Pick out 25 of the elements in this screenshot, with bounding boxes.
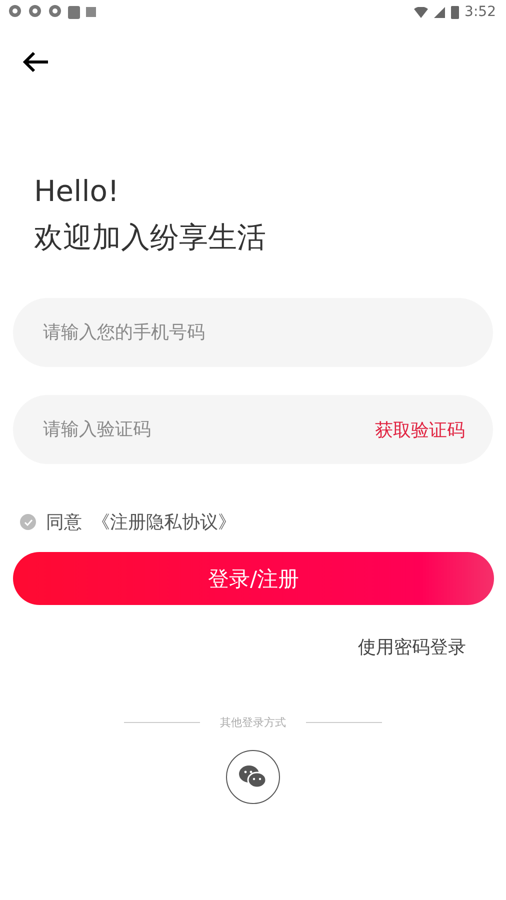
- agree-checkbox[interactable]: [20, 514, 36, 530]
- signal-icon: [434, 6, 445, 18]
- check-icon: [24, 518, 32, 526]
- code-field[interactable]: 请输入验证码 获取验证码: [13, 395, 493, 464]
- wifi-icon: [414, 6, 428, 18]
- notification-icon: [28, 5, 42, 19]
- notification-icon: [68, 6, 80, 18]
- chat-bubbles-icon: [238, 764, 268, 790]
- password-login-link[interactable]: 使用密码登录: [358, 635, 466, 659]
- phone-field[interactable]: 请输入您的手机号码: [13, 298, 493, 367]
- greeting-text: Hello!: [34, 173, 120, 210]
- other-login-label: 其他登录方式: [220, 715, 286, 730]
- status-time: 3:52: [464, 4, 496, 20]
- welcome-text: 欢迎加入纷享生活: [34, 219, 266, 256]
- battery-icon: [450, 6, 459, 18]
- wechat-login-button[interactable]: [226, 750, 280, 804]
- phone-input[interactable]: 请输入您的手机号码: [41, 321, 465, 344]
- notification-icon: [8, 5, 22, 19]
- notification-icon: [48, 5, 62, 19]
- agree-label: 同意: [46, 511, 82, 534]
- get-code-button[interactable]: 获取验证码: [375, 418, 465, 442]
- login-register-button[interactable]: 登录/注册: [13, 552, 494, 605]
- privacy-agreement-link[interactable]: 《注册隐私协议》: [92, 510, 236, 534]
- notification-icon: [86, 7, 96, 17]
- code-input[interactable]: 请输入验证码: [41, 418, 375, 441]
